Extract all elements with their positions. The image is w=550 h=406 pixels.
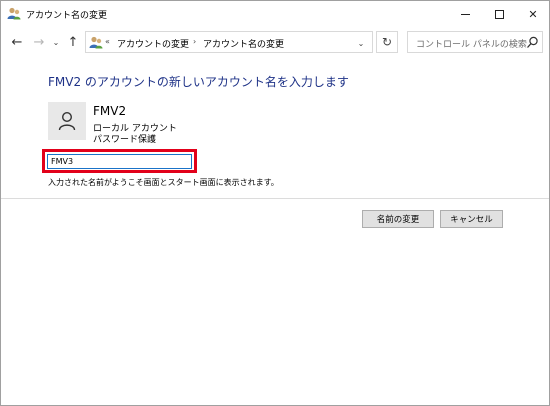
breadcrumb-rename-account[interactable]: アカウント名の変更 (203, 37, 284, 50)
window-title: アカウント名の変更 (26, 11, 108, 21)
search-input[interactable]: コントロール パネルの検索 (407, 31, 543, 53)
address-bar[interactable]: « アカウントの変更 › アカウント名の変更 ⌄ (85, 31, 373, 53)
user-accounts-icon (7, 7, 21, 20)
address-history-button[interactable]: ⌄ (354, 36, 368, 50)
arrow-right-icon: → (33, 34, 45, 50)
account-name: FMV2 (93, 104, 127, 118)
title-bar: アカウント名の変更 ✕ (1, 1, 549, 27)
close-icon: ✕ (528, 7, 538, 21)
breadcrumb-change-account[interactable]: アカウントの変更 (117, 37, 189, 50)
cancel-button[interactable]: キャンセル (440, 210, 503, 228)
user-silhouette-icon (58, 111, 76, 131)
name-hint-text: 入力された名前がようこそ画面とスタート画面に表示されます。 (48, 178, 279, 187)
refresh-button[interactable]: ↻ (376, 31, 398, 53)
avatar (48, 102, 86, 140)
maximize-icon (494, 9, 504, 19)
navigation-bar: ← → ⌄ ↑ « アカウントの変更 › アカウント名の変更 ⌄ ↻ コントロー… (1, 28, 549, 56)
minimize-icon (460, 13, 470, 15)
account-password-status: パスワード保護 (93, 135, 157, 145)
arrow-left-icon: ← (11, 34, 23, 50)
search-placeholder: コントロール パネルの検索 (416, 40, 527, 50)
breadcrumb-separator-icon[interactable]: › (193, 37, 196, 46)
close-button[interactable]: ✕ (516, 1, 550, 27)
minimize-button[interactable] (448, 1, 482, 27)
chevron-down-icon: ⌄ (52, 37, 60, 47)
new-account-name-field[interactable] (47, 154, 192, 169)
maximize-button[interactable] (482, 1, 516, 27)
refresh-icon: ↻ (381, 35, 393, 49)
divider (1, 198, 549, 199)
page-heading: FMV2 のアカウントの新しいアカウント名を入力します (48, 75, 349, 89)
recent-locations-button[interactable]: ⌄ (51, 33, 61, 51)
account-rename-window: アカウント名の変更 ✕ ← → ⌄ ↑ « アカウントの変更 › アカウント名の… (0, 0, 550, 406)
user-accounts-icon (89, 36, 103, 49)
chevron-down-icon: ⌄ (357, 38, 365, 48)
up-button[interactable]: ↑ (65, 33, 81, 51)
forward-button[interactable]: → (31, 33, 47, 51)
rename-button[interactable]: 名前の変更 (362, 210, 434, 228)
arrow-up-icon: ↑ (67, 34, 79, 50)
search-icon (527, 36, 538, 48)
back-button[interactable]: ← (9, 33, 25, 51)
breadcrumb-overflow-icon[interactable]: « (105, 37, 110, 46)
